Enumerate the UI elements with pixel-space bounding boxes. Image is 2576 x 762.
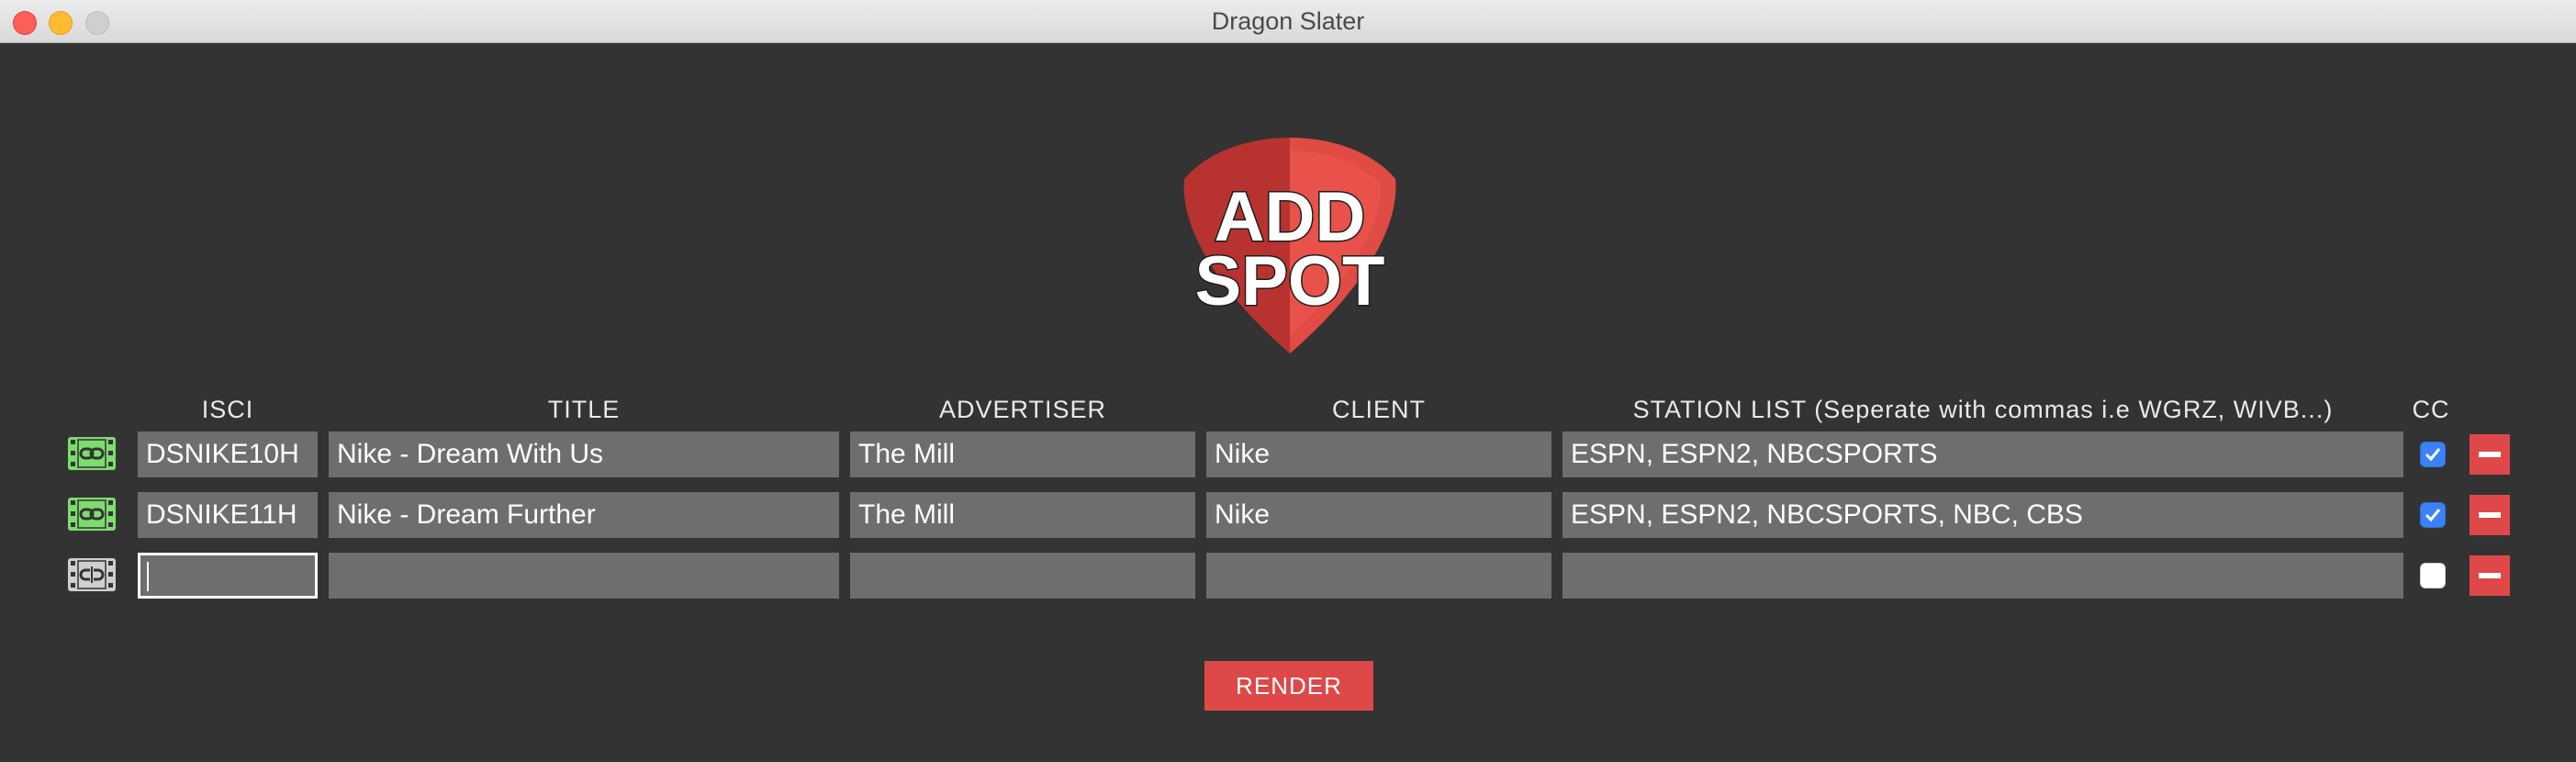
logo-line-2: SPOT — [1195, 242, 1385, 320]
advertiser-field[interactable]: The Mill — [850, 492, 1195, 538]
column-header-cc: CC — [2412, 396, 2450, 423]
minus-icon — [2479, 452, 2501, 457]
isci-field[interactable]: DSNIKE11H — [138, 492, 318, 538]
station-list-field[interactable]: ESPN, ESPN2, NBCSPORTS — [1562, 431, 2403, 477]
client-field[interactable]: Nike — [1206, 492, 1551, 538]
app-window: Dragon Slater ADD SPOT ISCI TITLE ADVERT… — [0, 0, 2576, 762]
text-caret — [147, 562, 149, 592]
column-header-client: CLIENT — [1331, 396, 1427, 423]
cc-checkbox[interactable] — [2420, 442, 2446, 467]
remove-row-button[interactable] — [2470, 555, 2510, 596]
isci-field[interactable]: DSNIKE10H — [138, 431, 318, 477]
column-header-title: TITLE — [547, 396, 621, 423]
client-field[interactable]: Nike — [1206, 431, 1551, 477]
title-bar: Dragon Slater — [0, 0, 2576, 43]
title-field[interactable] — [329, 553, 839, 599]
minus-icon — [2479, 573, 2501, 578]
film-unlinked-icon[interactable] — [68, 558, 116, 591]
cc-checkbox[interactable] — [2420, 563, 2446, 588]
remove-row-button[interactable] — [2470, 495, 2510, 535]
column-header-advertiser: ADVERTISER — [938, 396, 1107, 423]
minus-icon — [2479, 512, 2501, 518]
render-button[interactable]: RENDER — [1204, 661, 1373, 711]
checkmark-icon — [2425, 509, 2441, 522]
remove-row-button[interactable] — [2470, 434, 2510, 475]
column-header-isci: ISCI — [201, 396, 254, 423]
cc-checkbox[interactable] — [2420, 502, 2446, 528]
add-spot-logo: ADD SPOT — [1183, 138, 1396, 353]
title-field[interactable]: Nike - Dream With Us — [329, 431, 839, 477]
film-link-icon[interactable] — [68, 498, 116, 531]
checkmark-icon — [2425, 448, 2441, 462]
advertiser-field[interactable] — [850, 553, 1195, 599]
title-field[interactable]: Nike - Dream Further — [329, 492, 839, 538]
station-list-field[interactable]: ESPN, ESPN2, NBCSPORTS, NBC, CBS — [1562, 492, 2403, 538]
station-list-field[interactable] — [1562, 553, 2403, 599]
advertiser-field[interactable]: The Mill — [850, 431, 1195, 477]
isci-field[interactable] — [138, 553, 318, 599]
client-field[interactable] — [1206, 553, 1551, 599]
column-header-station-list: STATION LIST (Seperate with commas i.e W… — [1632, 396, 2334, 423]
film-link-icon[interactable] — [68, 437, 116, 470]
window-title: Dragon Slater — [1211, 7, 1365, 35]
